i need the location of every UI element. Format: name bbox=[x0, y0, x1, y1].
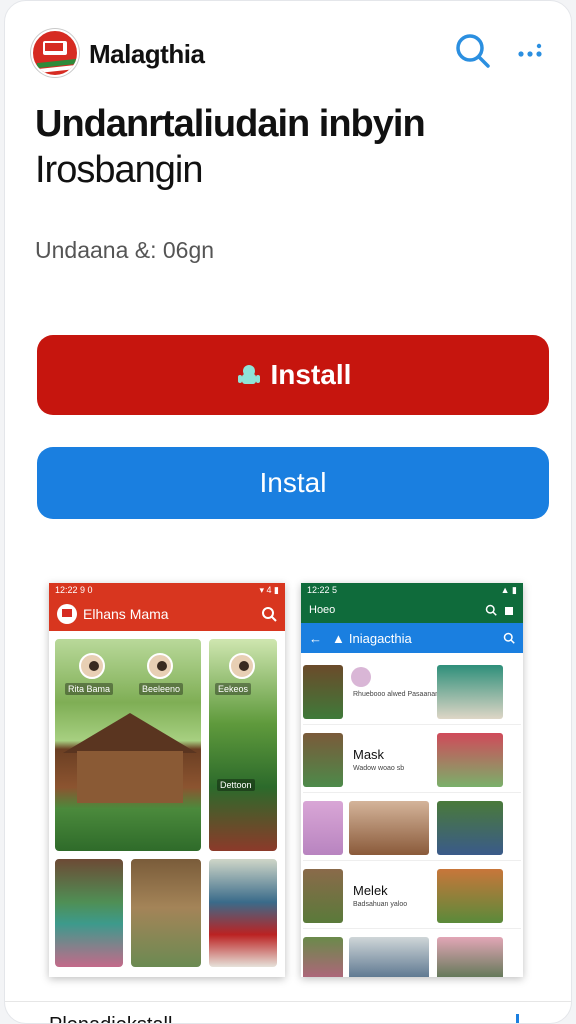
list-item[interactable] bbox=[303, 933, 521, 977]
app-store-page: Malagthia Undanrtaliudain inbyin Irosban… bbox=[4, 0, 572, 1024]
list-item-title: Mask bbox=[353, 747, 385, 762]
list-item[interactable]: Melek Badsahuan yaloo bbox=[303, 865, 521, 929]
photo-card[interactable]: Rita Bama Beeleeno bbox=[53, 637, 203, 853]
screenshot-carousel[interactable]: 12:22 9 0 ▾ 4 ▮ Elhans Mama Rita Bama Be… bbox=[5, 561, 571, 1001]
search-icon bbox=[485, 604, 497, 616]
list-item[interactable]: Mask Wadow woao sb bbox=[303, 729, 521, 793]
brand-name: Malagthia bbox=[89, 39, 205, 69]
app-bar-title: Elhans Mama bbox=[83, 606, 169, 622]
person-icon: ▲ bbox=[332, 630, 345, 646]
app-title-line2: Irosbangin bbox=[35, 149, 203, 191]
back-arrow-icon[interactable]: ← bbox=[309, 631, 322, 646]
status-icons: ▲ ▮ bbox=[500, 585, 517, 595]
status-bar: 12:22 9 0 ▾ 4 ▮ bbox=[49, 583, 285, 597]
status-icons: ▾ 4 ▮ bbox=[259, 585, 279, 595]
scroll-indicator bbox=[516, 1014, 519, 1023]
screenshot-2[interactable]: 12:22 5 ▲ ▮ Hoeo ← ▲ Iniagacthia Rhueboo… bbox=[301, 583, 523, 977]
more-dots-icon bbox=[518, 43, 542, 57]
photo-label: Dettoon bbox=[217, 779, 255, 791]
bag-icon bbox=[505, 607, 513, 615]
install-button-label: Install bbox=[270, 359, 352, 390]
list-item-sub: Badsahuan yaloo bbox=[353, 901, 408, 908]
app-meta: Undaana &: 06gn bbox=[35, 237, 215, 263]
install-secondary-label: Instal bbox=[259, 467, 327, 498]
status-bar: 12:22 5 ▲ ▮ bbox=[301, 583, 523, 597]
photo-card[interactable] bbox=[53, 857, 125, 969]
search-icon bbox=[503, 632, 515, 644]
install-button[interactable]: Install bbox=[37, 335, 549, 415]
list-item[interactable]: Rhuebooo alwed Pasaanam nnhahed bbox=[303, 661, 521, 725]
app-bar-title: Iniagacthia bbox=[348, 630, 412, 646]
app-logo bbox=[31, 29, 79, 77]
photo-card[interactable] bbox=[129, 857, 203, 969]
list-item[interactable] bbox=[303, 797, 521, 861]
search-icon bbox=[456, 34, 490, 68]
photo-label: Beeleeno bbox=[139, 683, 184, 695]
screenshot-1[interactable]: 12:22 9 0 ▾ 4 ▮ Elhans Mama Rita Bama Be… bbox=[49, 583, 285, 977]
app-mini-logo bbox=[57, 604, 77, 624]
bottom-label: Plenadiekstall bbox=[49, 1014, 172, 1023]
install-secondary-button[interactable]: Instal bbox=[37, 447, 549, 519]
status-time: 12:22 5 bbox=[307, 585, 338, 595]
bottom-section: Plenadiekstall bbox=[5, 1001, 571, 1023]
header: Malagthia bbox=[5, 1, 571, 101]
app-title-line1: Undanrtaliudain inbyin bbox=[35, 103, 426, 145]
photo-grid: Rita Bama Beeleeno Eekeos Dettoon bbox=[53, 637, 281, 973]
app-bar: ← ▲ Iniagacthia bbox=[301, 623, 523, 653]
app-bar: Elhans Mama bbox=[49, 597, 285, 631]
app-bar-title: Hoeo bbox=[309, 604, 336, 616]
more-button[interactable] bbox=[515, 37, 545, 67]
app-bar-top: Hoeo bbox=[301, 597, 523, 623]
android-icon bbox=[237, 365, 260, 384]
photo-card[interactable] bbox=[207, 857, 279, 969]
list-item-sub: Wadow woao sb bbox=[353, 765, 405, 772]
search-icon bbox=[262, 607, 277, 622]
search-button[interactable] bbox=[453, 31, 493, 71]
status-time: 12:22 9 0 bbox=[55, 585, 93, 595]
photo-label: Eekeos bbox=[215, 683, 252, 695]
photo-card[interactable]: Eekeos Dettoon bbox=[207, 637, 279, 853]
app-title: Undanrtaliudain inbyin Irosbangin bbox=[35, 101, 555, 193]
photo-label: Rita Bama bbox=[65, 683, 114, 695]
list-item-title: Melek bbox=[353, 883, 388, 898]
feed-list: Rhuebooo alwed Pasaanam nnhahed Mask Wad… bbox=[303, 661, 521, 977]
